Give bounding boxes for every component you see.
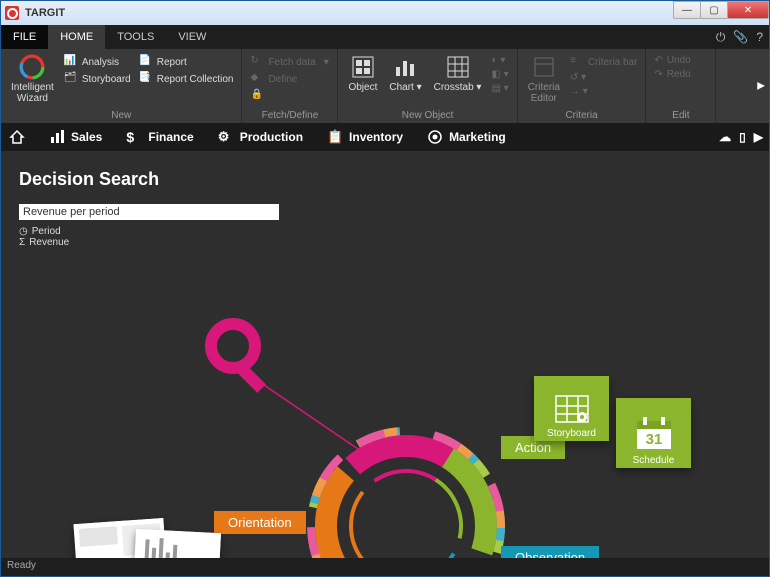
undo-button: ↶Undo [652,54,692,67]
tile-storyboard[interactable]: Storyboard [534,376,609,441]
group-criteria-label: Criteria [524,110,640,121]
canvas-area: Decision Search ◷Period ΣRevenue [1,151,769,558]
search-term-period[interactable]: ◷Period [19,226,279,237]
thumb-report[interactable] [132,529,221,558]
define-button: ◆Define [248,71,330,87]
decision-ring [301,421,511,558]
object-misc3: ▤ ▾ [489,82,510,95]
criteria-bar-button: ≡Criteria bar [568,54,639,70]
label-observation[interactable]: Observation [501,546,599,558]
crosstab-button[interactable]: Crosstab ▾ [430,52,486,95]
nav-finance[interactable]: $Finance [126,129,193,145]
report-icon: 📄 [139,55,153,69]
minimize-button[interactable]: — [673,1,701,19]
criteria-editor-icon [531,54,557,80]
fetch-data-button: ↻Fetch data▾ [248,54,330,70]
menu-bar: FILE HOME TOOLS VIEW ⏻ 📎 ? [1,25,769,49]
ribbon-expand-arrow-icon[interactable]: ▶ [757,81,765,92]
window-title: TARGIT [25,7,65,19]
clock-icon: ◷ [19,226,28,237]
app-logo-icon [5,6,19,20]
sigma-icon: Σ [19,237,25,248]
document-icon[interactable]: ▯ [739,130,746,144]
criteria-clear-button: ↺ ▾ [568,71,639,84]
nav-production[interactable]: ⚙Production [218,129,303,145]
status-text: Ready [7,560,36,571]
clipboard-icon: 📋 [327,129,343,145]
nav-marketing[interactable]: Marketing [427,129,506,145]
target-icon [427,129,443,145]
report-collection-button[interactable]: 📑Report Collection [137,71,236,87]
analysis-button[interactable]: 📊Analysis [62,54,133,70]
cloud-icon[interactable]: ☁ [719,130,731,144]
ribbon: Intelligent Wizard 📊Analysis 🗂Storyboard… [1,49,769,123]
intelligent-wizard-button[interactable]: Intelligent Wizard [7,52,58,106]
group-newobject-label: New Object [344,110,510,121]
crosstab-icon [445,54,471,80]
storyboard-button[interactable]: 🗂Storyboard [62,71,133,87]
report-button[interactable]: 📄Report [137,54,236,70]
object-icon [350,54,376,80]
object-misc2: ◧ ▾ [489,68,510,81]
group-fetchdefine-label: Fetch/Define [248,110,331,121]
svg-text:31: 31 [645,431,662,448]
gears-icon: ⚙ [218,129,234,145]
refresh-icon: ↻ [250,55,264,69]
intelligent-wizard-label: Intelligent Wizard [11,82,54,104]
storyboard-icon: 🗂 [64,72,78,86]
wizard-icon [19,54,45,80]
object-misc1: ◐ ▾ [489,54,510,67]
report-collection-icon: 📑 [139,72,153,86]
menu-home[interactable]: HOME [48,25,105,49]
criteria-next-button: → ▾ [568,85,639,98]
redo-button: ↷Redo [652,68,692,81]
lock-icon: 🔒 [250,89,264,103]
menu-view[interactable]: VIEW [166,25,218,49]
analysis-icon: 📊 [64,55,78,69]
decision-search-panel: Decision Search ◷Period ΣRevenue [19,169,279,248]
group-edit-label: Edit [652,110,709,121]
menu-file[interactable]: FILE [1,25,48,49]
status-bar: Ready [1,558,769,576]
maximize-button[interactable]: ▢ [700,1,728,19]
help-icon[interactable]: ? [756,30,763,44]
paperclip-icon[interactable]: 📎 [733,30,748,44]
sales-icon [49,129,65,145]
chart-button[interactable]: Chart ▾ [385,52,425,95]
tile-schedule[interactable]: 31 Schedule [616,398,691,468]
close-button[interactable]: ✕ [727,1,769,19]
nav-home[interactable] [9,129,25,145]
search-term-revenue[interactable]: ΣRevenue [19,237,279,248]
object-button[interactable]: Object [344,52,381,95]
power-icon[interactable]: ⏻ [716,30,726,45]
home-icon [9,129,25,145]
group-new-label: New [7,110,235,121]
label-orientation[interactable]: Orientation [214,511,306,534]
criteria-editor-button[interactable]: Criteria Editor [524,52,564,106]
nav-forward-icon[interactable]: ▶ [754,130,763,144]
menu-tools[interactable]: TOOLS [105,25,166,49]
nav-bar: Sales $Finance ⚙Production 📋Inventory Ma… [1,123,769,151]
finance-icon: $ [126,129,142,145]
chart-icon [392,54,418,80]
nav-sales[interactable]: Sales [49,129,102,145]
search-input[interactable] [19,204,279,220]
define-icon: ◆ [250,72,264,86]
nav-inventory[interactable]: 📋Inventory [327,129,403,145]
decision-search-heading: Decision Search [19,169,279,190]
storyboard-tile-icon [554,394,590,424]
lock-button: 🔒 [248,88,330,104]
window-titlebar: TARGIT — ▢ ✕ [1,1,769,25]
calendar-icon: 31 [634,415,674,451]
